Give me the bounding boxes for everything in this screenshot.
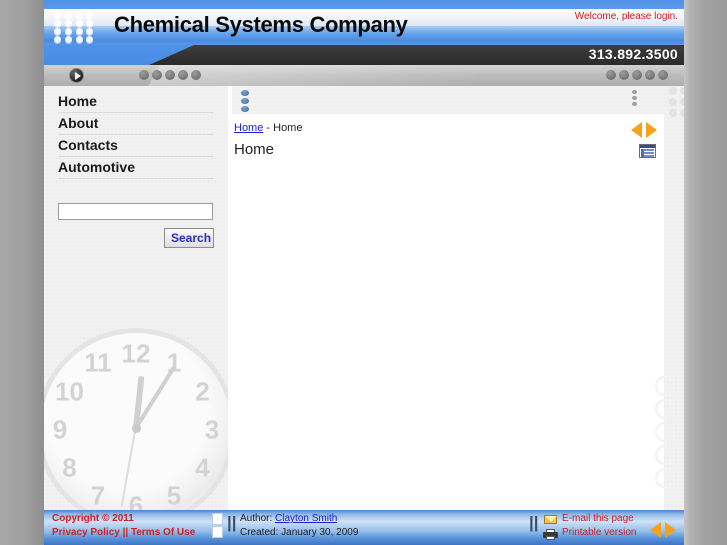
page-title: Chemical Systems Company (114, 12, 408, 37)
content-heading: Home (234, 141, 275, 158)
arrow-left-icon[interactable] (631, 122, 642, 138)
printer-icon[interactable] (543, 529, 558, 540)
clock-number: 12 (121, 338, 151, 369)
sidebar-item-home[interactable]: Home (58, 91, 214, 113)
sidebar-item-automotive[interactable]: Automotive (58, 157, 214, 179)
clock-number: 7 (90, 480, 106, 510)
arrow-left-icon[interactable] (650, 522, 661, 538)
phone-bar: 313.892.3500 (44, 45, 684, 65)
printable-version-link[interactable]: Printable version (562, 527, 636, 538)
footer-box-marks (212, 513, 223, 538)
arrow-right-icon[interactable] (646, 122, 657, 138)
toolbar-strip (44, 65, 684, 86)
sidebar-item-contacts[interactable]: Contacts (58, 135, 214, 157)
copyright-text: Copyright © 2011 (52, 513, 134, 524)
clock-number: 9 (52, 414, 68, 445)
clock-number: 4 (195, 452, 210, 483)
footer-nav-arrows (650, 522, 676, 538)
search-box: Search (58, 201, 214, 248)
toolbar-dots-left (139, 70, 201, 80)
dot-grid-icon (669, 87, 684, 118)
decorative-circles (655, 376, 675, 488)
content-area: Home - Home Home (232, 86, 684, 510)
breadcrumb-current: Home (273, 122, 303, 134)
phone-bar-accent (44, 45, 194, 65)
clock-number: 3 (204, 414, 220, 445)
screenshot-root: Chemical Systems Company Welcome, please… (0, 0, 727, 545)
clock-number: 6 (128, 490, 144, 510)
search-button[interactable]: Search (164, 227, 214, 248)
clock-watermark-icon: 12 1 2 3 4 5 6 7 8 9 10 11 (44, 328, 228, 510)
top-accent-strip (44, 0, 684, 9)
clock-number: 8 (62, 452, 77, 483)
breadcrumb: Home - Home (234, 122, 302, 134)
sidebar-nav: Home About Contacts Automotive (44, 86, 228, 179)
privacy-policy-link[interactable]: Privacy Policy (52, 527, 120, 538)
table-report-icon[interactable] (639, 144, 656, 158)
clock-number: 10 (55, 376, 84, 407)
content-header-bar (232, 86, 664, 114)
right-gutter (684, 0, 727, 545)
arrow-right-icon[interactable] (665, 522, 676, 538)
footer-divider-left: || (227, 513, 237, 532)
vertical-blue-dots-icon (241, 90, 249, 112)
site-footer: Copyright © 2011 Privacy Policy || Terms… (44, 510, 684, 545)
email-this-page-link[interactable]: E-mail this page (562, 513, 634, 524)
left-gutter (0, 0, 44, 545)
terms-of-use-link[interactable]: Terms Of Use (131, 527, 195, 538)
search-input[interactable] (58, 202, 213, 220)
breadcrumb-separator: - (263, 122, 274, 134)
play-button-icon[interactable] (69, 68, 84, 83)
sidebar-item-about[interactable]: About (58, 113, 214, 135)
author-link[interactable]: Clayton Smith (275, 513, 337, 524)
vertical-gray-dots-icon (632, 90, 637, 106)
footer-links-separator: || (119, 527, 131, 538)
author-prefix: Author: (240, 513, 276, 524)
clock-center-pin (131, 423, 141, 433)
clock-number: 11 (84, 347, 112, 378)
phone-number: 313.892.3500 (588, 46, 678, 62)
footer-divider-right: || (529, 513, 539, 532)
page-frame: Chemical Systems Company Welcome, please… (44, 0, 684, 545)
author-line: Author: Clayton Smith (240, 513, 337, 524)
footer-links: Privacy Policy || Terms Of Use (52, 527, 195, 538)
content-nav-arrows (631, 122, 657, 138)
breadcrumb-link-home[interactable]: Home (234, 122, 263, 134)
site-header: Chemical Systems Company Welcome, please… (44, 9, 684, 45)
envelope-icon[interactable] (544, 515, 557, 524)
clock-number: 2 (195, 376, 210, 407)
created-date: Created: January 30, 2009 (240, 527, 359, 538)
sidebar: 12 1 2 3 4 5 6 7 8 9 10 11 Home About Co… (44, 86, 228, 510)
login-prompt[interactable]: Welcome, please login. (575, 11, 678, 22)
dot-grid-logo-icon (48, 9, 102, 45)
toolbar-dots-right (606, 70, 668, 80)
clock-number: 5 (166, 480, 182, 510)
body-wrapper: 12 1 2 3 4 5 6 7 8 9 10 11 Home About Co… (44, 86, 684, 510)
